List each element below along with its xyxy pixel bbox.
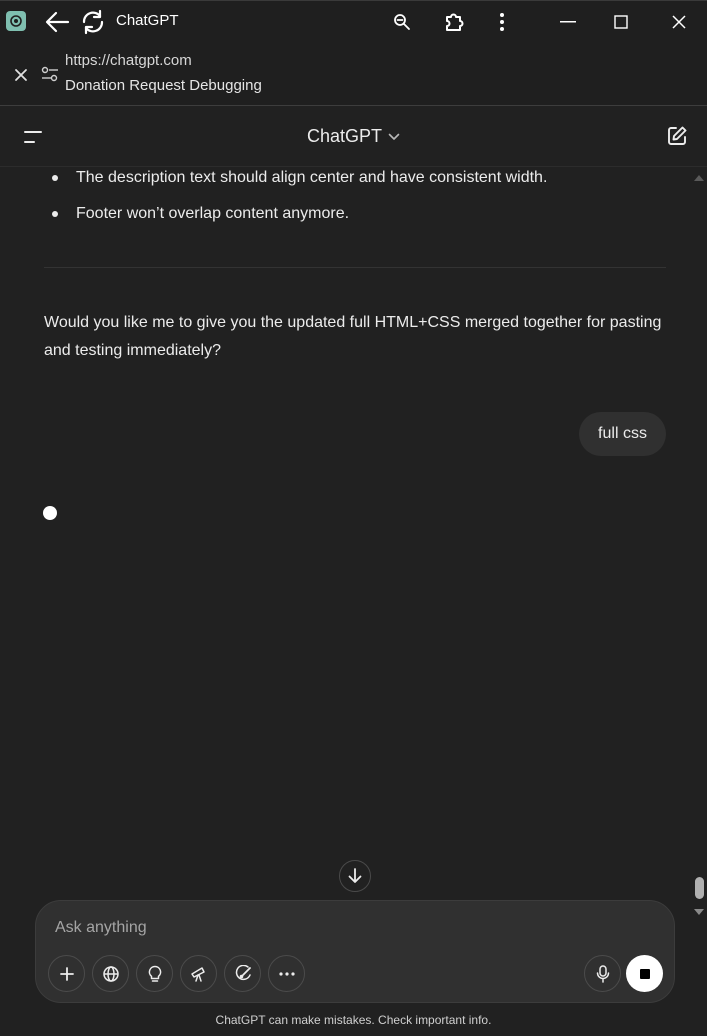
typing-indicator bbox=[43, 506, 57, 520]
page-title: Donation Request Debugging bbox=[65, 77, 262, 94]
create-image-button[interactable] bbox=[224, 955, 261, 992]
deep-research-button[interactable] bbox=[180, 955, 217, 992]
assistant-bullet-list: The description text should align center… bbox=[44, 166, 684, 238]
close-tab-icon[interactable] bbox=[10, 64, 32, 86]
more-horizontal-icon bbox=[278, 971, 295, 976]
user-message-text: full css bbox=[598, 425, 647, 442]
assistant-message: Would you like me to give you the update… bbox=[44, 314, 662, 359]
stop-generating-button[interactable] bbox=[626, 955, 663, 992]
microphone-icon bbox=[596, 964, 610, 983]
globe-icon bbox=[102, 965, 120, 983]
add-attachment-button[interactable] bbox=[48, 955, 85, 992]
window-title: ChatGPT bbox=[116, 12, 179, 29]
more-vertical-icon[interactable] bbox=[492, 10, 512, 34]
scrollbar-thumb[interactable] bbox=[695, 877, 704, 899]
extension-icon[interactable] bbox=[441, 9, 467, 35]
list-item: The description text should align center… bbox=[44, 166, 684, 190]
disclaimer-text: ChatGPT can make mistakes. Check importa… bbox=[215, 1013, 492, 1027]
scroll-to-bottom-button[interactable] bbox=[339, 860, 371, 892]
url-text[interactable]: https://chatgpt.com bbox=[65, 52, 192, 69]
scroll-up-arrow-icon[interactable] bbox=[692, 172, 706, 184]
url-bar: https://chatgpt.com Donation Request Deb… bbox=[0, 42, 707, 106]
back-arrow-icon[interactable] bbox=[43, 9, 71, 35]
model-selector[interactable]: ChatGPT bbox=[0, 126, 707, 147]
chat-header: ChatGPT bbox=[0, 107, 707, 167]
composer bbox=[35, 900, 675, 1003]
arrow-down-icon bbox=[348, 868, 362, 884]
divider bbox=[44, 267, 666, 268]
site-settings-icon[interactable] bbox=[40, 64, 60, 84]
close-icon[interactable] bbox=[667, 10, 691, 34]
plus-icon bbox=[59, 966, 75, 982]
think-button[interactable] bbox=[136, 955, 173, 992]
window-titlebar: ChatGPT bbox=[0, 0, 707, 42]
more-tools-button[interactable] bbox=[268, 955, 305, 992]
minimize-icon[interactable] bbox=[556, 11, 580, 33]
model-selector-label: ChatGPT bbox=[306, 126, 383, 146]
telescope-icon bbox=[190, 965, 208, 983]
chevron-down-icon bbox=[388, 133, 400, 141]
new-chat-icon[interactable] bbox=[665, 124, 689, 148]
paint-brush-icon bbox=[234, 964, 252, 983]
maximize-icon[interactable] bbox=[609, 11, 633, 33]
list-item: Footer won’t overlap content anymore. bbox=[44, 202, 684, 226]
dictate-button[interactable] bbox=[584, 955, 621, 992]
reload-icon[interactable] bbox=[80, 9, 106, 35]
web-search-button[interactable] bbox=[92, 955, 129, 992]
user-message-bubble: full css bbox=[579, 412, 666, 456]
prompt-input[interactable] bbox=[55, 919, 615, 937]
lightbulb-icon bbox=[147, 965, 163, 983]
scroll-down-arrow-icon[interactable] bbox=[692, 906, 706, 918]
stop-icon bbox=[639, 968, 650, 979]
app-logo bbox=[6, 11, 26, 31]
zoom-icon[interactable] bbox=[391, 11, 413, 33]
